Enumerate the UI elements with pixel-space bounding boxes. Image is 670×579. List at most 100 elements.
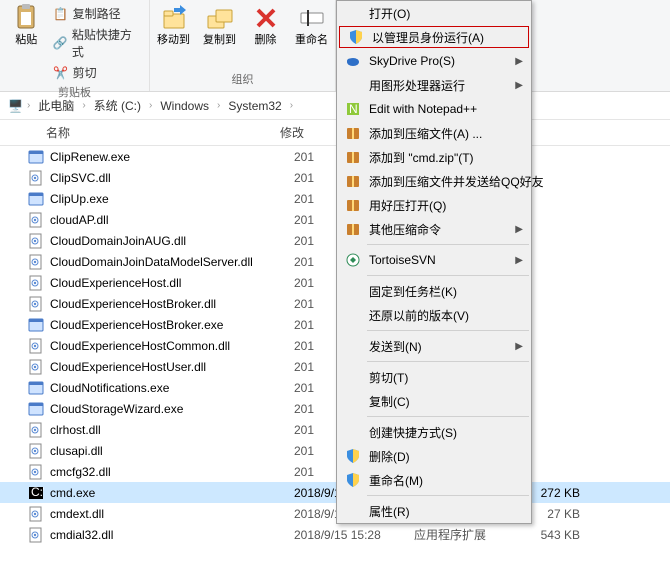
file-icon bbox=[28, 233, 44, 249]
menu-item-label: 复制(C) bbox=[369, 393, 410, 410]
file-icon bbox=[28, 527, 44, 543]
breadcrumb[interactable]: 🖥️ › 此电脑 › 系统 (C:) › Windows › System32 … bbox=[0, 92, 670, 120]
zip-icon bbox=[343, 219, 363, 239]
menu-item-label: 用图形处理器运行 bbox=[369, 77, 465, 94]
svg-text:C:\: C:\ bbox=[31, 485, 44, 499]
breadcrumb-folder2[interactable]: System32 bbox=[224, 97, 285, 115]
file-name: CloudExperienceHost.dll bbox=[50, 276, 294, 290]
chevron-right-icon: ▶ bbox=[515, 80, 523, 91]
file-row[interactable]: CloudDomainJoinAUG.dll201 bbox=[0, 230, 670, 251]
menu-item-label: 以管理员身份运行(A) bbox=[372, 29, 484, 46]
menu-item-label: 创建快捷方式(S) bbox=[369, 424, 457, 441]
file-icon bbox=[28, 380, 44, 396]
menu-item[interactable]: 以管理员身份运行(A) bbox=[339, 26, 529, 48]
breadcrumb-root[interactable]: 此电脑 bbox=[34, 95, 78, 116]
file-icon: C:\ bbox=[28, 485, 44, 501]
menu-item-label: 其他压缩命令 bbox=[369, 221, 441, 238]
file-row[interactable]: CloudStorageWizard.exe201 bbox=[0, 398, 670, 419]
file-icon bbox=[28, 506, 44, 522]
copy-path-button[interactable]: 📋复制路径 bbox=[51, 4, 143, 23]
file-row[interactable]: cloudAP.dll201 bbox=[0, 209, 670, 230]
blank-icon bbox=[343, 391, 363, 411]
file-row[interactable]: ClipRenew.exe201 bbox=[0, 146, 670, 167]
file-row[interactable]: CloudExperienceHostUser.dll201 bbox=[0, 356, 670, 377]
cut-button[interactable]: ✂️剪切 bbox=[51, 63, 143, 82]
menu-item[interactable]: SkyDrive Pro(S)▶ bbox=[337, 49, 531, 73]
menu-item[interactable]: 复制(C) bbox=[337, 389, 531, 413]
file-row[interactable]: cmcfg32.dll201 bbox=[0, 461, 670, 482]
file-icon bbox=[28, 170, 44, 186]
file-row[interactable]: cmdial32.dll2018/9/15 15:28应用程序扩展543 KB bbox=[0, 524, 670, 545]
menu-item[interactable]: TortoiseSVN▶ bbox=[337, 248, 531, 272]
chevron-right-icon: ▶ bbox=[515, 255, 523, 266]
file-size: 543 KB bbox=[524, 528, 594, 542]
chevron-right-icon: › bbox=[82, 100, 85, 111]
file-date: 2018/9/15 15:28 bbox=[294, 528, 414, 542]
rename-icon bbox=[298, 4, 326, 32]
file-icon bbox=[28, 149, 44, 165]
menu-item[interactable]: 还原以前的版本(V) bbox=[337, 303, 531, 327]
zip-icon bbox=[343, 123, 363, 143]
menu-item[interactable]: 其他压缩命令 ▶ bbox=[337, 217, 531, 241]
menu-item[interactable]: 删除(D) bbox=[337, 444, 531, 468]
menu-item[interactable]: 剪切(T) bbox=[337, 365, 531, 389]
file-name: ClipRenew.exe bbox=[50, 150, 294, 164]
file-row[interactable]: clusapi.dll201 bbox=[0, 440, 670, 461]
menu-item[interactable]: 重命名(M) bbox=[337, 468, 531, 492]
file-icon bbox=[28, 464, 44, 480]
pc-icon: 🖥️ bbox=[8, 99, 23, 113]
move-to-button[interactable]: 移动到 bbox=[153, 2, 195, 48]
cut-icon: ✂️ bbox=[53, 65, 69, 81]
menu-item-label: 剪切(T) bbox=[369, 369, 408, 386]
menu-item-label: Edit with Notepad++ bbox=[369, 102, 477, 116]
menu-item-label: 添加到压缩文件并发送给QQ好友 bbox=[369, 173, 544, 190]
file-row[interactable]: clrhost.dll201 bbox=[0, 419, 670, 440]
file-name: cmcfg32.dll bbox=[50, 465, 294, 479]
file-row[interactable]: CloudExperienceHostBroker.dll201 bbox=[0, 293, 670, 314]
file-row[interactable]: CloudExperienceHostCommon.dll201 bbox=[0, 335, 670, 356]
menu-item-label: 添加到 "cmd.zip"(T) bbox=[369, 149, 474, 166]
menu-item[interactable]: 添加到 "cmd.zip"(T) bbox=[337, 145, 531, 169]
svg-text:N: N bbox=[349, 102, 358, 116]
file-name: CloudExperienceHostUser.dll bbox=[50, 360, 294, 374]
file-row[interactable]: CloudExperienceHostBroker.exe201 bbox=[0, 314, 670, 335]
delete-icon bbox=[252, 4, 280, 32]
menu-item[interactable]: 固定到任务栏(K) bbox=[337, 279, 531, 303]
file-row[interactable]: ClipUp.exe201 bbox=[0, 188, 670, 209]
menu-item[interactable]: 发送到(N)▶ bbox=[337, 334, 531, 358]
ribbon: 粘贴 📋复制路径 🔗粘贴快捷方式 ✂️剪切 剪贴板 移动到 复制到 删除 bbox=[0, 0, 670, 92]
menu-item[interactable]: N Edit with Notepad++ bbox=[337, 97, 531, 121]
menu-item-label: 用好压打开(Q) bbox=[369, 197, 446, 214]
breadcrumb-drive[interactable]: 系统 (C:) bbox=[90, 95, 145, 116]
file-row[interactable]: ClipSVC.dll201 bbox=[0, 167, 670, 188]
delete-button[interactable]: 删除 bbox=[245, 2, 287, 48]
menu-item[interactable]: 添加到压缩文件(A) ... bbox=[337, 121, 531, 145]
chevron-right-icon: ▶ bbox=[515, 224, 523, 235]
menu-item[interactable]: 用好压打开(Q) bbox=[337, 193, 531, 217]
file-row[interactable]: CloudExperienceHost.dll201 bbox=[0, 272, 670, 293]
menu-separator bbox=[367, 244, 529, 245]
menu-item-label: 还原以前的版本(V) bbox=[369, 307, 469, 324]
file-row[interactable]: CloudNotifications.exe201 bbox=[0, 377, 670, 398]
paste-button[interactable]: 粘贴 bbox=[6, 2, 47, 48]
menu-item[interactable]: 创建快捷方式(S) bbox=[337, 420, 531, 444]
menu-item-label: 发送到(N) bbox=[369, 338, 422, 355]
menu-item[interactable]: 打开(O) bbox=[337, 1, 531, 25]
menu-item[interactable]: 添加到压缩文件并发送给QQ好友 bbox=[337, 169, 531, 193]
menu-item[interactable]: 用图形处理器运行 ▶ bbox=[337, 73, 531, 97]
file-name: ClipSVC.dll bbox=[50, 171, 294, 185]
paste-shortcut-button[interactable]: 🔗粘贴快捷方式 bbox=[51, 25, 143, 61]
file-row[interactable]: cmdext.dll2018/9/15 15:28应用程序扩展27 KB bbox=[0, 503, 670, 524]
file-icon bbox=[28, 338, 44, 354]
file-row[interactable]: CloudDomainJoinDataModelServer.dll201 bbox=[0, 251, 670, 272]
menu-item-label: 属性(R) bbox=[369, 503, 410, 520]
breadcrumb-folder1[interactable]: Windows bbox=[156, 97, 213, 115]
rename-button[interactable]: 重命名 bbox=[291, 2, 333, 48]
col-name[interactable]: 名称 bbox=[0, 124, 280, 141]
file-row[interactable]: C:\cmd.exe2018/9/15 15:28应用程序272 KB bbox=[0, 482, 670, 503]
menu-item[interactable]: 属性(R) bbox=[337, 499, 531, 523]
blank-icon bbox=[343, 336, 363, 356]
menu-separator bbox=[367, 416, 529, 417]
copy-to-button[interactable]: 复制到 bbox=[199, 2, 241, 48]
skydrive-icon bbox=[343, 51, 363, 71]
